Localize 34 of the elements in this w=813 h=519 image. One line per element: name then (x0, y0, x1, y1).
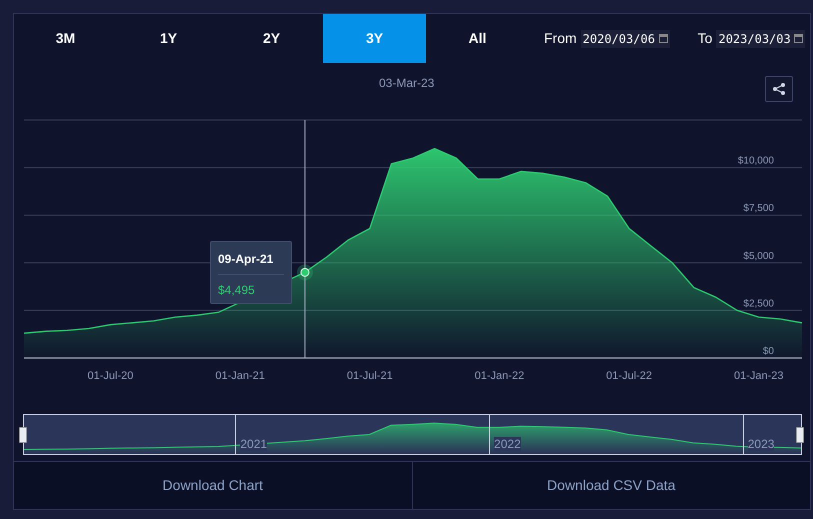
share-button[interactable] (765, 76, 793, 102)
hover-point (296, 264, 313, 280)
y-axis-label: $7,500 (743, 203, 774, 214)
range-tab[interactable]: 2Y (220, 14, 323, 63)
navigator-year-label: 2021 (240, 437, 268, 451)
date-field[interactable]: 2020/03/06 (580, 30, 670, 48)
download-button[interactable]: Download CSV Data (412, 462, 810, 509)
tooltip-value: $4,495 (218, 282, 256, 299)
navigator-year-label: 2023 (748, 437, 774, 451)
x-axis-label: 01-Jul-22 (606, 370, 652, 382)
to-label: To (698, 29, 712, 48)
navigator-handle[interactable] (19, 427, 27, 443)
y-axis-label: $0 (762, 346, 774, 357)
x-axis-label: 01-Jul-21 (346, 370, 393, 382)
date-field[interactable]: 2023/03/03 (716, 30, 806, 48)
calendar-icon (794, 34, 804, 43)
x-axis-label: 01-Jan-23 (734, 370, 784, 382)
y-axis-label: $2,500 (743, 298, 774, 310)
y-axis-label: $10,000 (738, 156, 774, 167)
download-button[interactable]: Download Chart (14, 462, 412, 509)
navigator-year-label: 2022 (494, 437, 521, 451)
from-label: From (544, 29, 577, 48)
tooltip-date: 09-Apr-21 (218, 251, 274, 268)
y-axis-label: $5,000 (743, 250, 774, 262)
calendar-icon (658, 34, 668, 43)
range-tab[interactable]: All (426, 14, 529, 63)
range-tab[interactable]: 1Y (117, 14, 220, 63)
navigator-handle[interactable] (796, 427, 804, 443)
x-axis-label: 01-Jan-21 (215, 370, 265, 382)
x-axis-label: 01-Jul-20 (88, 370, 134, 382)
x-axis-label: 01-Jan-22 (474, 370, 524, 382)
share-icon (772, 82, 786, 96)
chart-title: 03-Mar-23 (379, 75, 434, 92)
range-tab[interactable]: 3M (14, 14, 117, 63)
